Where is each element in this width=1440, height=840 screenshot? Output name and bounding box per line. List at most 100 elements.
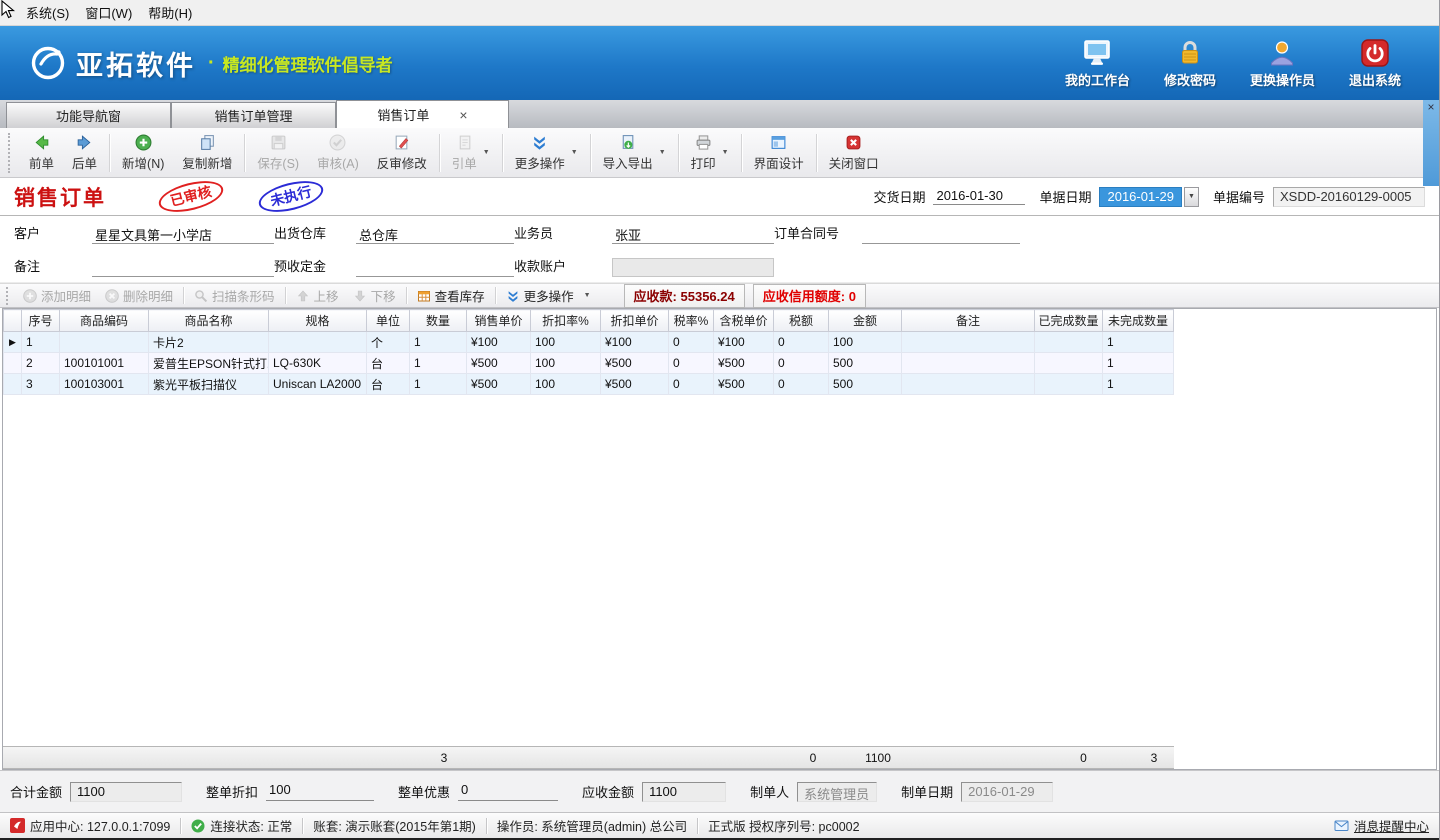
- tabstrip-close-icon[interactable]: ×: [1423, 100, 1439, 186]
- column-header-3[interactable]: 商品名称: [149, 310, 269, 332]
- table-row[interactable]: 3100103001紫光平板扫描仪Uniscan LA2000台1¥500100…: [4, 374, 1174, 395]
- grid-cell[interactable]: 100: [829, 332, 902, 353]
- grid-cell[interactable]: 0: [669, 332, 714, 353]
- grid-cell[interactable]: ¥500: [601, 353, 669, 374]
- account-field[interactable]: [612, 258, 774, 277]
- column-header-14[interactable]: 备注: [902, 310, 1035, 332]
- column-header-9[interactable]: 折扣单价: [601, 310, 669, 332]
- workbench-button[interactable]: 我的工作台: [1065, 38, 1130, 89]
- row-selector-cell[interactable]: ▶: [4, 332, 22, 353]
- order-discount-field[interactable]: 100: [266, 782, 374, 801]
- switch-operator-button[interactable]: 更换操作员: [1250, 38, 1315, 89]
- table-row[interactable]: ▶1卡片2个1¥100100¥1000¥10001001: [4, 332, 1174, 353]
- salesman-field[interactable]: 张亚: [612, 225, 774, 244]
- grid-cell[interactable]: ¥100: [714, 332, 774, 353]
- move-up-button[interactable]: 上移: [289, 285, 346, 306]
- grid-cell[interactable]: 100: [531, 353, 601, 374]
- receivable-total-field[interactable]: 1100: [642, 782, 726, 802]
- tab-sales-order-mgmt[interactable]: 销售订单管理: [171, 102, 336, 128]
- make-date-field[interactable]: 2016-01-29: [961, 782, 1053, 802]
- print-button[interactable]: 打印▼: [682, 132, 738, 174]
- order-rebate-field[interactable]: 0: [458, 782, 558, 801]
- remark-field[interactable]: [92, 258, 274, 277]
- column-header-7[interactable]: 销售单价: [467, 310, 531, 332]
- grid-cell[interactable]: 1: [1103, 353, 1174, 374]
- grid-cell[interactable]: 台: [367, 374, 410, 395]
- column-header-4[interactable]: 规格: [269, 310, 367, 332]
- grid-cell[interactable]: [1035, 374, 1103, 395]
- toolbar-grip[interactable]: [8, 133, 12, 173]
- dropdown-caret-icon[interactable]: ▼: [584, 292, 591, 299]
- column-header-10[interactable]: 税率%: [669, 310, 714, 332]
- grid-cell[interactable]: ¥500: [714, 353, 774, 374]
- audit-button[interactable]: 审核(A): [308, 132, 368, 174]
- deposit-field[interactable]: [356, 258, 514, 277]
- row-selector-cell[interactable]: [4, 374, 22, 395]
- grid-cell[interactable]: 1: [1103, 332, 1174, 353]
- ui-design-button[interactable]: 界面设计: [745, 132, 813, 174]
- close-window-button[interactable]: 关闭窗口: [820, 132, 888, 174]
- message-center-link[interactable]: 消息提醒中心: [1334, 816, 1429, 835]
- grid-cell[interactable]: 台: [367, 353, 410, 374]
- table-row[interactable]: 2100101001爱普生EPSON针式打印LQ-630K台1¥500100¥5…: [4, 353, 1174, 374]
- grid-cell[interactable]: 100: [531, 332, 601, 353]
- grid-cell[interactable]: 100103001: [60, 374, 149, 395]
- column-header-11[interactable]: 含税单价: [714, 310, 774, 332]
- grid-cell[interactable]: Uniscan LA2000: [269, 374, 367, 395]
- view-stock-button[interactable]: 查看库存: [410, 285, 492, 306]
- prev-doc-button[interactable]: 前单: [20, 132, 63, 174]
- tab-sales-order[interactable]: 销售订单×: [336, 100, 509, 128]
- dropdown-caret-icon[interactable]: ▼: [659, 149, 666, 156]
- grid-cell[interactable]: 1: [410, 374, 467, 395]
- maker-field[interactable]: 系统管理员: [797, 782, 877, 802]
- grid-cell[interactable]: 0: [669, 353, 714, 374]
- delete-detail-button[interactable]: 删除明细: [98, 285, 180, 306]
- doc-date-field[interactable]: 2016-01-29: [1099, 187, 1182, 207]
- column-header-12[interactable]: 税额: [774, 310, 829, 332]
- customer-field[interactable]: 星星文具第一小学店: [92, 225, 274, 244]
- grid-cell[interactable]: 0: [774, 374, 829, 395]
- tab-close-icon[interactable]: ×: [459, 108, 467, 122]
- contract-field[interactable]: [862, 225, 1020, 244]
- grid-cell[interactable]: 2: [22, 353, 60, 374]
- copy-new-button[interactable]: 复制新增: [173, 132, 241, 174]
- tab-function-nav[interactable]: 功能导航窗: [6, 102, 171, 128]
- grid-cell[interactable]: 500: [829, 353, 902, 374]
- grid-cell[interactable]: 卡片2: [149, 332, 269, 353]
- next-doc-button[interactable]: 后单: [63, 132, 106, 174]
- column-header-8[interactable]: 折扣率%: [531, 310, 601, 332]
- grid-cell[interactable]: ¥500: [467, 353, 531, 374]
- grid-cell[interactable]: ¥500: [601, 374, 669, 395]
- grid-cell[interactable]: 500: [829, 374, 902, 395]
- grid-cell[interactable]: 0: [774, 353, 829, 374]
- change-password-button[interactable]: 修改密码: [1164, 38, 1216, 89]
- dropdown-caret-icon[interactable]: ▼: [483, 149, 490, 156]
- column-header-5[interactable]: 单位: [367, 310, 410, 332]
- grid-cell[interactable]: ¥500: [714, 374, 774, 395]
- grid-cell[interactable]: [60, 332, 149, 353]
- more-actions-button[interactable]: 更多操作▼: [506, 132, 587, 174]
- pull-doc-button[interactable]: 引单▼: [443, 132, 499, 174]
- exit-system-button[interactable]: 退出系统: [1349, 38, 1401, 89]
- grid-cell[interactable]: LQ-630K: [269, 353, 367, 374]
- grid-cell[interactable]: [902, 332, 1035, 353]
- warehouse-field[interactable]: 总仓库: [356, 225, 514, 244]
- import-export-button[interactable]: 导入导出▼: [594, 132, 675, 174]
- scan-barcode-button[interactable]: 扫描条形码: [187, 285, 282, 306]
- save-button[interactable]: 保存(S): [248, 132, 308, 174]
- grid-cell[interactable]: [902, 374, 1035, 395]
- column-header-6[interactable]: 数量: [410, 310, 467, 332]
- move-down-button[interactable]: 下移: [346, 285, 403, 306]
- grid-cell[interactable]: ¥100: [601, 332, 669, 353]
- column-header-1[interactable]: 序号: [22, 310, 60, 332]
- add-detail-button[interactable]: 添加明细: [16, 285, 98, 306]
- doc-date-dropdown-icon[interactable]: ▼: [1184, 187, 1199, 207]
- dropdown-caret-icon[interactable]: ▼: [571, 149, 578, 156]
- column-header-2[interactable]: 商品编码: [60, 310, 149, 332]
- help-menu[interactable]: 帮助(H): [144, 0, 204, 25]
- window-menu[interactable]: 窗口(W): [81, 0, 144, 25]
- grid-cell[interactable]: ¥500: [467, 374, 531, 395]
- grid-cell[interactable]: 1: [410, 353, 467, 374]
- grid-cell[interactable]: [1035, 332, 1103, 353]
- grid-cell[interactable]: 100101001: [60, 353, 149, 374]
